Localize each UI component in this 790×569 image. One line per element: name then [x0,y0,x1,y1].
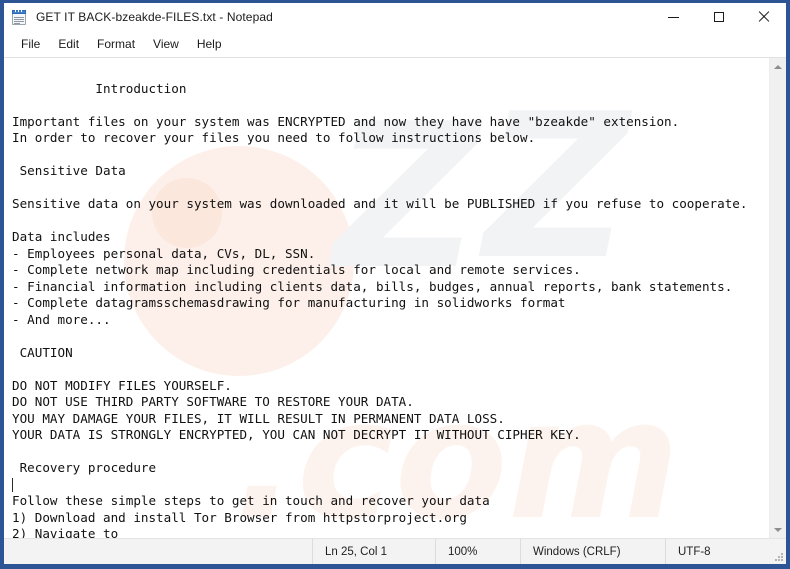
maximize-icon [713,12,724,22]
menu-bar: File Edit Format View Help [4,31,786,58]
menu-item-format[interactable]: Format [88,34,144,54]
document-text[interactable]: Introduction Important files on your sys… [4,58,769,538]
minimize-icon [668,16,679,18]
scroll-down-icon [774,527,782,532]
scroll-up-button[interactable] [770,58,787,75]
vertical-scrollbar[interactable] [769,58,786,538]
notepad-window: GET IT BACK-bzeakde-FILES.txt - Notepad … [0,0,790,569]
maximize-button[interactable] [696,3,741,31]
scroll-down-button[interactable] [770,521,787,538]
document-text-before-caret: Introduction Important files on your sys… [12,80,748,476]
scroll-up-icon [774,64,782,69]
window-title: GET IT BACK-bzeakde-FILES.txt - Notepad [36,10,273,24]
status-encoding[interactable]: UTF-8 [665,539,786,564]
title-bar-left: GET IT BACK-bzeakde-FILES.txt - Notepad [4,8,273,26]
close-button[interactable] [741,3,786,31]
text-caret [12,477,13,492]
status-spacer [4,539,312,564]
title-bar: GET IT BACK-bzeakde-FILES.txt - Notepad [4,3,786,31]
menu-item-view[interactable]: View [144,34,188,54]
text-editor[interactable]: Z Z .com Introduction Important files on… [4,58,769,538]
close-icon [758,11,770,23]
document-text-after-caret: Follow these simple steps to get in touc… [12,493,490,538]
menu-item-help[interactable]: Help [188,34,231,54]
minimize-button[interactable] [651,3,696,31]
status-cursor-position[interactable]: Ln 25, Col 1 [312,539,435,564]
menu-item-file[interactable]: File [12,34,49,54]
resize-grip-icon[interactable] [773,551,783,561]
notepad-icon [11,8,28,26]
window-inner: GET IT BACK-bzeakde-FILES.txt - Notepad … [4,3,786,564]
status-zoom-level[interactable]: 100% [435,539,520,564]
window-controls [651,3,786,31]
status-line-ending[interactable]: Windows (CRLF) [520,539,665,564]
menu-item-edit[interactable]: Edit [49,34,88,54]
status-bar: Ln 25, Col 1 100% Windows (CRLF) UTF-8 [4,538,786,564]
editor-area: Z Z .com Introduction Important files on… [4,58,786,538]
